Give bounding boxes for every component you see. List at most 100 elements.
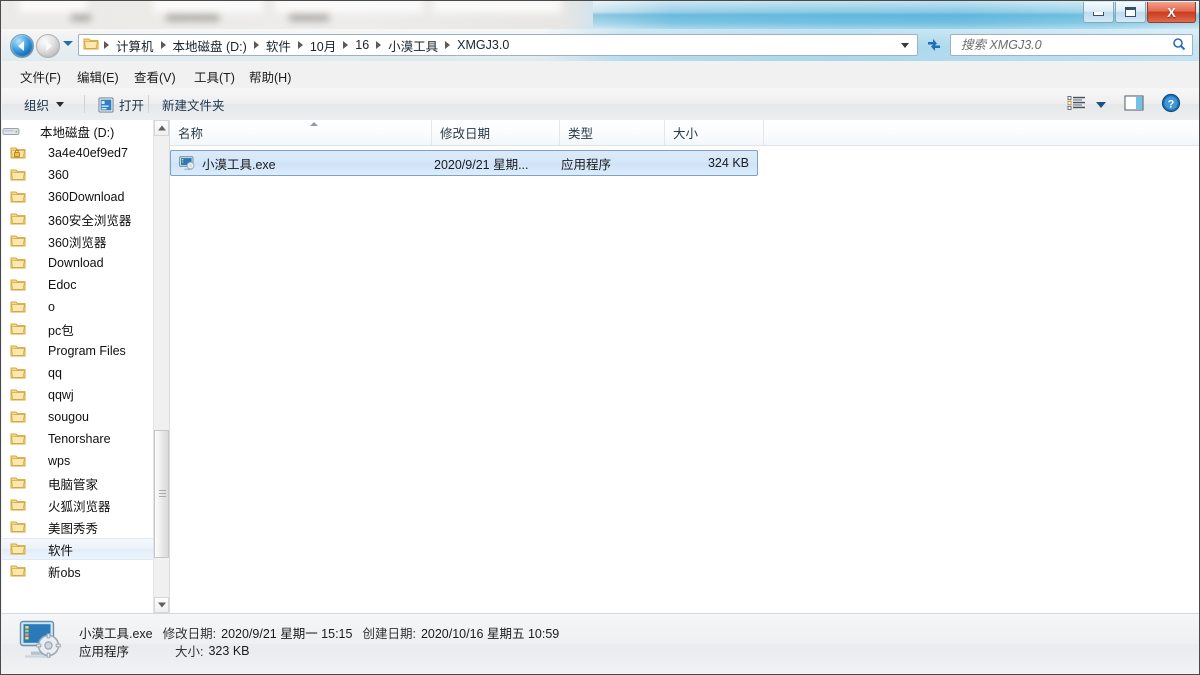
main-content: 本地磁盘 (D:) 3a4e40ef9ed7 360 360Download 3… <box>2 120 1199 613</box>
menu-view[interactable]: 查看(V) <box>130 66 180 87</box>
organize-button[interactable]: 组织 <box>18 94 70 115</box>
breadcrumb-separator-icon[interactable] <box>104 41 109 49</box>
breadcrumb-separator-icon[interactable] <box>160 41 166 49</box>
tree-item-19[interactable]: 新obs <box>2 560 154 582</box>
breadcrumb-item-0[interactable]: 计算机 <box>101 34 158 57</box>
tree-item-5[interactable]: Download <box>2 252 154 274</box>
search-icon <box>1172 37 1186 54</box>
maximize-button[interactable] <box>1115 2 1146 23</box>
file-name-label: 小漠工具.exe <box>202 157 276 172</box>
folder-icon <box>10 432 26 446</box>
tree-item-7[interactable]: o <box>2 296 154 318</box>
tree-item-0[interactable]: 3a4e40ef9ed7 <box>2 142 154 164</box>
tree-item-15[interactable]: 电脑管家 <box>2 472 154 494</box>
column-label: 类型 <box>568 127 594 141</box>
breadcrumb-item-3[interactable]: 10月 <box>295 34 340 57</box>
folder-icon <box>10 168 26 182</box>
breadcrumb-separator-icon[interactable] <box>343 41 349 49</box>
organize-label: 组织 <box>24 99 50 113</box>
scroll-up-button[interactable] <box>154 120 169 136</box>
tree-item-label: sougou <box>48 410 90 424</box>
navpane-scrollbar[interactable] <box>153 120 169 613</box>
tree-item-local-disk[interactable]: 本地磁盘 (D:) <box>2 120 154 142</box>
tree-item-1[interactable]: 360 <box>2 164 154 186</box>
history-dropdown-icon[interactable] <box>63 41 73 46</box>
breadcrumb-label[interactable]: XMGJ3.0 <box>453 36 513 54</box>
breadcrumb-separator-icon[interactable] <box>445 41 451 49</box>
table-row[interactable]: 小漠工具.exe 2020/9/21 星期... 应用程序 324 KB <box>170 150 758 176</box>
view-options-button[interactable] <box>1067 93 1106 116</box>
preview-pane-button[interactable] <box>1124 93 1144 116</box>
tree-item-12[interactable]: sougou <box>2 406 154 428</box>
minimize-button[interactable] <box>1083 2 1114 23</box>
folder-icon <box>10 498 26 512</box>
breadcrumb-item-4[interactable]: 16 <box>340 36 373 54</box>
tree-item-label: 电脑管家 <box>48 477 99 492</box>
tree-item-14[interactable]: wps <box>2 450 154 472</box>
navigation-pane: 本地磁盘 (D:) 3a4e40ef9ed7 360 360Download 3… <box>2 120 170 613</box>
column-header-size[interactable]: 大小 <box>665 120 764 145</box>
tree-item-6[interactable]: Edoc <box>2 274 154 296</box>
folder-icon <box>10 212 26 226</box>
tree-item-label: pc包 <box>48 323 74 338</box>
menu-edit[interactable]: 编辑(E) <box>73 66 123 87</box>
tree-item-9[interactable]: Program Files <box>2 340 154 362</box>
column-header-type[interactable]: 类型 <box>560 120 665 145</box>
breadcrumb-label[interactable]: 16 <box>351 36 373 54</box>
refresh-button[interactable] <box>923 35 945 55</box>
chevron-down-icon[interactable] <box>1096 101 1106 108</box>
open-button[interactable]: 打开 <box>92 94 150 115</box>
breadcrumb-item-5[interactable]: 小漠工具 <box>373 34 442 57</box>
forward-arrow-icon <box>46 41 52 51</box>
tree-item-label: 美图秀秀 <box>48 521 99 536</box>
tree-item-13[interactable]: Tenorshare <box>2 428 154 450</box>
breadcrumb-bar[interactable]: 计算机 本地磁盘 (D:) 软件 10月 16 小漠工具 XMGJ3.0 <box>78 34 918 56</box>
help-icon: ? <box>1161 93 1181 116</box>
scroll-down-button[interactable] <box>154 597 169 613</box>
tree-item-11[interactable]: qqwj <box>2 384 154 406</box>
tree-item-label: Program Files <box>48 344 126 358</box>
breadcrumb-item-2[interactable]: 软件 <box>251 34 295 57</box>
breadcrumb-item-6[interactable]: XMGJ3.0 <box>442 36 513 54</box>
toolbar-divider <box>148 95 149 113</box>
breadcrumb-label[interactable]: 本地磁盘 (D:) <box>169 34 251 57</box>
column-header-name[interactable]: 名称 <box>170 120 432 145</box>
tree-item-3[interactable]: 360安全浏览器 <box>2 208 154 230</box>
search-box[interactable] <box>950 34 1193 56</box>
tree-item-label: qqwj <box>48 388 74 402</box>
back-button[interactable] <box>10 34 34 58</box>
menu-help[interactable]: 帮助(H) <box>245 66 295 87</box>
column-header-date[interactable]: 修改日期 <box>432 120 560 145</box>
close-icon: X <box>1167 4 1176 20</box>
tree-item-18[interactable]: 软件 <box>2 538 154 560</box>
tree-item-17[interactable]: 美图秀秀 <box>2 516 154 538</box>
back-arrow-icon <box>18 41 24 51</box>
breadcrumb-separator-icon[interactable] <box>253 41 259 49</box>
tree-item-10[interactable]: qq <box>2 362 154 384</box>
breadcrumb-label[interactable]: 软件 <box>262 34 295 57</box>
tree-item-16[interactable]: 火狐浏览器 <box>2 494 154 516</box>
new-folder-button[interactable]: 新建文件夹 <box>156 94 231 115</box>
triangle-up-icon <box>157 125 166 131</box>
forward-button[interactable] <box>36 34 60 58</box>
tree-item-4[interactable]: 360浏览器 <box>2 230 154 252</box>
scrollbar-thumb[interactable] <box>154 430 169 558</box>
open-icon <box>98 97 114 113</box>
folder-icon <box>10 322 26 336</box>
breadcrumb-label[interactable]: 计算机 <box>112 34 158 57</box>
close-button[interactable]: X <box>1147 2 1196 23</box>
breadcrumb-item-1[interactable]: 本地磁盘 (D:) <box>158 34 251 57</box>
menu-file[interactable]: 文件(F) <box>16 66 65 87</box>
search-input[interactable] <box>959 37 1172 53</box>
menu-tools[interactable]: 工具(T) <box>190 66 239 87</box>
breadcrumb-separator-icon[interactable] <box>297 41 303 49</box>
menu-tools-label: 工具(T) <box>194 71 235 85</box>
breadcrumb-label[interactable]: 小漠工具 <box>384 34 442 57</box>
breadcrumb-label[interactable]: 10月 <box>306 34 340 57</box>
tree-item-2[interactable]: 360Download <box>2 186 154 208</box>
breadcrumb-separator-icon[interactable] <box>376 41 382 49</box>
help-button[interactable]: ? <box>1161 93 1181 116</box>
column-label: 名称 <box>178 127 204 141</box>
tree-item-8[interactable]: pc包 <box>2 318 154 340</box>
address-dropdown-icon[interactable] <box>901 42 909 48</box>
